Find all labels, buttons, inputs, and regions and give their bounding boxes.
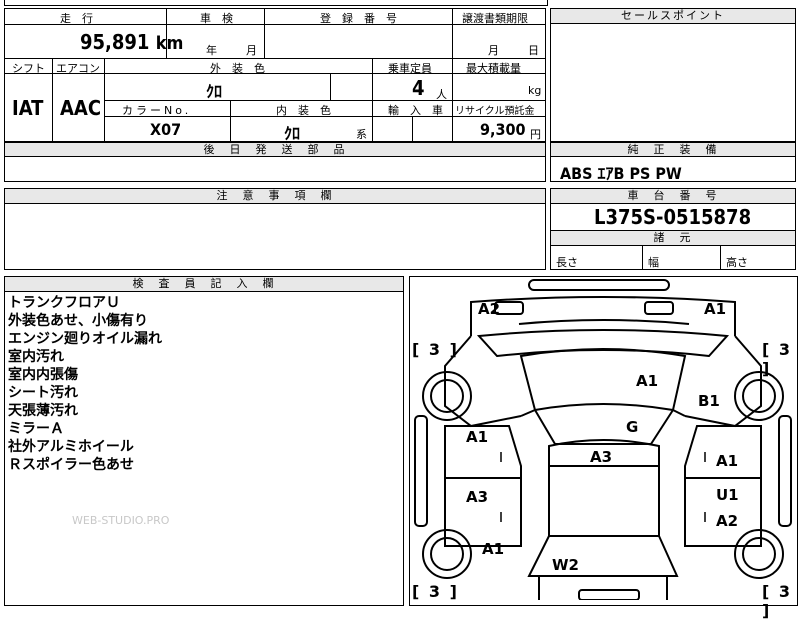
exterior-color-header: 外 装 色 — [210, 62, 265, 75]
tire-rating-bottom-right: [ 3 ] — [762, 582, 793, 620]
damage-mark: A2 — [478, 300, 501, 318]
inspector-notes-list: トランクフロアＵ 外装色あせ、小傷有り エンジン廻りオイル漏れ 室内汚れ 室内内… — [8, 294, 162, 474]
note-item: 社外アルミホイール — [8, 439, 134, 455]
deadline-month-label: 月 — [488, 44, 499, 57]
damage-mark: A1 — [482, 540, 505, 558]
damage-mark: A1 — [716, 452, 739, 470]
interior-color-suffix: 系 — [356, 128, 367, 141]
import-header: 輸 入 車 — [388, 104, 443, 117]
recycle-header: リサイクル預託金 — [455, 106, 535, 117]
inspection-year-label: 年 — [206, 44, 217, 57]
damage-mark: A1 — [466, 428, 489, 446]
chassis-header: 車 台 番 号 — [551, 189, 795, 204]
damage-mark: A3 — [466, 488, 489, 506]
note-item: Ｒスポイラー色あせ — [8, 457, 134, 473]
damage-mark: G — [626, 418, 639, 436]
color-no-value: X07 — [150, 120, 182, 139]
length-label: 長さ — [556, 256, 578, 269]
caution-header: 注 意 事 項 欄 — [5, 189, 545, 204]
shift-header: シフト — [12, 62, 45, 75]
max-load-header: 最大積載量 — [466, 62, 521, 75]
watermark: WEB-STUDIO.PRO — [72, 514, 170, 527]
exterior-color-value: ｸﾛ — [206, 82, 223, 101]
deadline-day-label: 日 — [528, 44, 539, 57]
sales-point-header: セールスポイント — [551, 9, 795, 24]
damage-mark: A1 — [704, 300, 727, 318]
note-item: ミラーＡ — [8, 421, 64, 437]
note-item: 室内内張傷 — [8, 367, 78, 383]
dimensions-header: 諸 元 — [551, 231, 795, 246]
tire-rating-bottom-left: [ 3 ] — [412, 582, 459, 601]
note-item: トランクフロアＵ — [8, 295, 120, 311]
height-label: 高さ — [726, 256, 748, 269]
chassis-number: L375S-0515878 — [594, 205, 752, 229]
mileage-header: 走 行 — [60, 12, 93, 25]
color-no-header: カラーNo. — [122, 104, 192, 117]
damage-mark: A2 — [716, 512, 739, 530]
note-item: エンジン廻りオイル漏れ — [8, 331, 162, 347]
registration-header: 登 録 番 号 — [320, 12, 397, 25]
capacity-value: 4 — [412, 76, 425, 100]
inspector-notes-header: 検 査 員 記 入 欄 — [5, 277, 403, 292]
note-item: 天張薄汚れ — [8, 403, 78, 419]
tire-rating-top-left: [ 3 ] — [412, 340, 459, 359]
interior-color-value: ｸﾛ — [284, 124, 301, 143]
aircon-header: エアコン — [56, 62, 100, 75]
recycle-value: 9,300 — [480, 120, 526, 139]
aircon-value: AAC — [60, 96, 102, 120]
interior-color-header: 内 装 色 — [276, 104, 331, 117]
top-strip — [4, 0, 548, 6]
width-label: 幅 — [648, 256, 659, 269]
sales-point-box — [550, 8, 796, 142]
max-load-unit: kg — [528, 84, 542, 97]
recycle-unit: 円 — [530, 128, 541, 141]
inspection-header: 車 検 — [200, 12, 233, 25]
damage-mark: A1 — [636, 372, 659, 390]
mileage-value: 95,891 km — [80, 30, 184, 54]
capacity-header: 乗車定員 — [388, 62, 432, 75]
later-parts-header: 後 日 発 送 部 品 — [5, 143, 545, 157]
inspection-month-label: 月 — [246, 44, 257, 57]
tire-rating-top-right: [ 3 ] — [762, 340, 793, 378]
note-item: 外装色あせ、小傷有り — [8, 313, 148, 329]
transfer-deadline-header: 譲渡書類期限 — [462, 12, 528, 25]
damage-mark: W2 — [552, 556, 579, 574]
equipment-header: 純 正 装 備 — [551, 143, 795, 157]
note-item: シート汚れ — [8, 385, 78, 401]
equipment-value: ABS ｴｱB PS PW — [560, 164, 682, 183]
damage-mark: U1 — [716, 486, 739, 504]
note-item: 室内汚れ — [8, 349, 64, 365]
shift-value: IAT — [12, 96, 44, 120]
damage-mark: B1 — [698, 392, 720, 410]
damage-mark: A3 — [590, 448, 613, 466]
